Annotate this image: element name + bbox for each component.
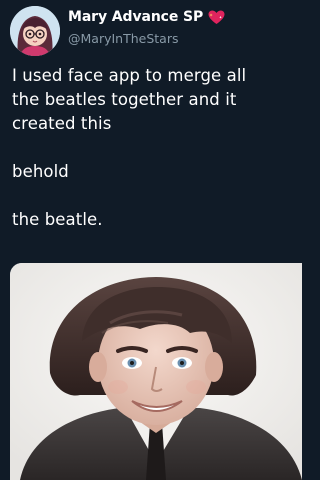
tweet-header: Mary Advance SP @MaryInTheStars — [68, 7, 294, 46]
tweet-text-line: created this — [12, 114, 112, 133]
tweet-text-line: I used face app to merge all — [12, 66, 247, 85]
name-row: Mary Advance SP — [68, 7, 294, 27]
tweet-text: I used face app to merge all the beatles… — [12, 64, 298, 232]
tweet-text-line: behold — [12, 162, 69, 181]
beatle-portrait-image — [10, 263, 302, 480]
tweet-photo[interactable] — [10, 263, 302, 480]
tweet-text-line: the beatle. — [12, 210, 103, 229]
cartoon-girl-avatar-icon — [10, 6, 60, 56]
author-display-name[interactable]: Mary Advance SP — [68, 9, 203, 25]
tweet-text-line: the beatles together and it — [12, 90, 237, 109]
sparkling-heart-icon — [208, 10, 225, 25]
user-avatar[interactable] — [10, 6, 60, 56]
author-handle[interactable]: @MaryInTheStars — [68, 31, 294, 46]
tweet-card[interactable]: Mary Advance SP @MaryInTheStars I used f… — [0, 0, 302, 480]
